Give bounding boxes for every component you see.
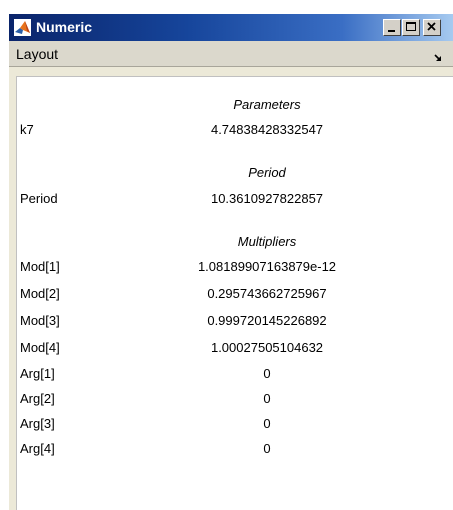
title-bar[interactable]: Numeric xyxy=(9,14,453,41)
parameter-row: k7 4.74838428332547 xyxy=(17,122,453,138)
multiplier-row: Arg[2] 0 xyxy=(17,391,453,407)
multiplier-value: 1.08189907163879e-12 xyxy=(197,259,337,274)
multiplier-row: Mod[3] 0.999720145226892 xyxy=(17,313,453,329)
maximize-icon xyxy=(406,22,416,31)
multiplier-label: Mod[2] xyxy=(20,286,60,301)
multiplier-row: Arg[4] 0 xyxy=(17,441,453,457)
close-button[interactable] xyxy=(423,19,441,36)
multiplier-value: 0 xyxy=(263,391,271,406)
close-icon xyxy=(427,22,436,31)
multiplier-value: 0.999720145226892 xyxy=(207,313,327,328)
minimize-button[interactable] xyxy=(383,19,401,36)
desktop-strip xyxy=(0,0,453,14)
window-title: Numeric xyxy=(36,19,93,35)
period-label: Period xyxy=(20,191,58,206)
multiplier-value: 0.295743662725967 xyxy=(207,286,327,301)
multiplier-label: Mod[3] xyxy=(20,313,60,328)
dock-arrow-icon[interactable] xyxy=(433,50,443,61)
multiplier-row: Mod[2] 0.295743662725967 xyxy=(17,286,453,302)
multiplier-row: Arg[3] 0 xyxy=(17,416,453,432)
multiplier-label: Arg[1] xyxy=(20,366,55,381)
numeric-panel: Parameters k7 4.74838428332547 Period Pe… xyxy=(16,76,453,510)
parameter-value: 4.74838428332547 xyxy=(210,122,324,137)
period-value: 10.3610927822857 xyxy=(210,191,324,206)
multipliers-heading: Multipliers xyxy=(237,234,297,249)
multiplier-value: 0 xyxy=(263,441,271,456)
multiplier-label: Mod[4] xyxy=(20,340,60,355)
minimize-icon xyxy=(388,30,395,32)
multiplier-row: Arg[1] 0 xyxy=(17,366,453,382)
numeric-window: Numeric Layout Parameters k7 4.748384283… xyxy=(9,14,453,510)
multiplier-value: 0 xyxy=(263,416,271,431)
period-row: Period 10.3610927822857 xyxy=(17,191,453,207)
multiplier-label: Arg[3] xyxy=(20,416,55,431)
multiplier-label: Mod[1] xyxy=(20,259,60,274)
period-heading: Period xyxy=(248,165,286,180)
multiplier-value: 0 xyxy=(263,366,271,381)
parameter-label: k7 xyxy=(20,122,34,137)
multiplier-row: Mod[1] 1.08189907163879e-12 xyxy=(17,259,453,275)
multiplier-row: Mod[4] 1.00027505104632 xyxy=(17,340,453,356)
multiplier-value: 1.00027505104632 xyxy=(210,340,324,355)
menu-bar: Layout xyxy=(9,41,453,67)
maximize-button[interactable] xyxy=(402,19,420,36)
matlab-logo-icon[interactable] xyxy=(14,19,31,36)
multiplier-label: Arg[4] xyxy=(20,441,55,456)
menu-layout[interactable]: Layout xyxy=(16,46,58,62)
parameters-heading: Parameters xyxy=(233,97,301,112)
multiplier-label: Arg[2] xyxy=(20,391,55,406)
